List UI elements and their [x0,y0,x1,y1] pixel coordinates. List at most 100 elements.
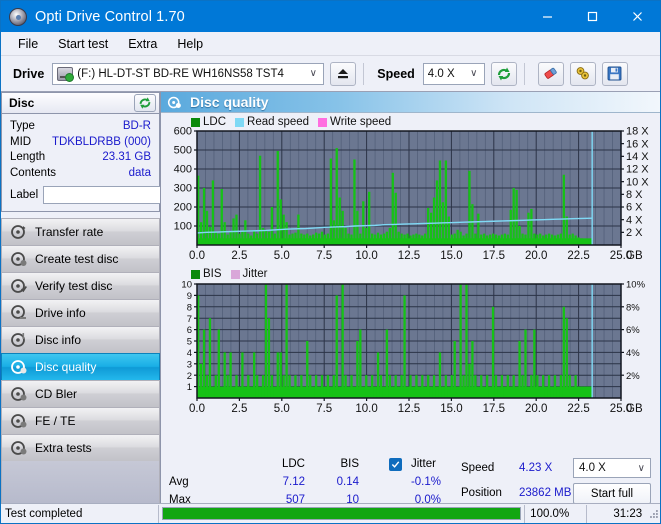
disc-info-row-mid: MID TDKBLDRBB (000) [10,135,151,151]
stats-avg-jitter: -0.1% [373,476,441,488]
close-button[interactable] [615,1,660,32]
menu-extra[interactable]: Extra [119,35,166,53]
svg-text:6: 6 [187,325,192,336]
sidebar-item-cd-bler[interactable]: CD Bler [1,380,160,408]
disc-contents-label: Contents [10,166,56,182]
menu-start-test[interactable]: Start test [49,35,117,53]
eject-button[interactable] [330,62,356,86]
legend-swatch-write-speed [318,118,327,127]
legend-label-jitter: Jitter [243,268,268,280]
application-window: Opti Drive Control 1.70 File Start test … [0,0,661,524]
disc-mid-value: TDKBLDRBB (000) [52,135,151,151]
svg-text:10.0: 10.0 [355,403,377,415]
sidebar-item-drive-info[interactable]: Drive info [1,299,160,327]
stats-avg-ldc: 7.12 [243,476,305,488]
stats-col-bis: BIS [311,458,359,470]
svg-text:2.5: 2.5 [231,403,247,415]
speed-select-value: 4.0 X [428,68,455,80]
tools-button[interactable] [570,62,596,86]
start-full-button[interactable]: Start full [573,483,651,504]
disc-length-label: Length [10,150,45,166]
svg-text:500: 500 [174,145,192,157]
sidebar-item-transfer-rate[interactable]: Transfer rate [1,218,160,246]
legend-swatch-read-speed [235,118,244,127]
svg-text:5.0: 5.0 [274,250,290,262]
disc-info-row-contents: Contents data [10,166,151,182]
svg-text:22.5: 22.5 [567,403,589,415]
svg-text:17.5: 17.5 [483,403,505,415]
svg-text:14 X: 14 X [626,151,649,163]
sidebar-item-label: Verify test disc [35,279,112,293]
stats-col-jitter: Jitter [411,458,436,470]
disc-quality-icon [10,358,28,376]
svg-text:15.0: 15.0 [440,250,462,262]
disc-panel-title: Disc [9,96,34,110]
sidebar-nav: Transfer rate Create test disc Verify te… [1,218,160,461]
main-panel: Disc quality LDC Read speed Write speed … [160,92,661,524]
test-speed-select[interactable]: 4.0 X ∨ [573,458,651,478]
minimize-button[interactable] [525,1,570,32]
legend-swatch-jitter [231,270,240,279]
refresh-disc-button[interactable] [134,94,156,112]
main-body: Disc Type BD-R MID TDKBLDRB [1,92,660,524]
svg-text:18 X: 18 X [626,126,649,138]
panel-title: Disc quality [190,94,269,110]
refresh-button[interactable] [491,62,517,86]
stats-speed-label: Speed [461,462,494,474]
drive-select-value: (F:) HL-DT-ST BD-RE WH16NS58 TST4 [77,68,284,80]
save-button[interactable] [602,62,628,86]
stats-row-avg-label: Avg [169,476,189,488]
maximize-button[interactable] [570,1,615,32]
menu-help[interactable]: Help [168,35,212,53]
svg-text:16 X: 16 X [626,138,649,150]
svg-text:400: 400 [174,164,192,176]
sidebar-item-fe-te[interactable]: FE / TE [1,407,160,435]
chevron-down-icon: ∨ [466,68,482,79]
sidebar-item-extra-tests[interactable]: Extra tests [1,434,160,462]
cd-bler-icon [10,385,28,403]
legend-swatch-bis [191,270,200,279]
drive-select[interactable]: (F:) HL-DT-ST BD-RE WH16NS58 TST4 ∨ [52,63,324,85]
sidebar-item-disc-info[interactable]: Disc info [1,326,160,354]
speed-select[interactable]: 4.0 X ∨ [423,63,485,85]
jitter-checkbox[interactable] [389,458,403,472]
disc-info-row-length: Length 23.31 GB [10,150,151,166]
svg-text:4: 4 [187,348,192,359]
svg-text:17.5: 17.5 [483,250,505,262]
toolbar-divider-2 [524,63,525,85]
resize-grip-icon[interactable] [648,508,660,520]
disc-info-icon [10,331,28,349]
extra-tests-icon [10,439,28,457]
optical-drive-icon [57,67,73,81]
sidebar-item-create-test-disc[interactable]: Create test disc [1,245,160,273]
transfer-rate-icon [10,223,28,241]
title-bar: Opti Drive Control 1.70 [1,1,660,32]
menu-file[interactable]: File [9,35,47,53]
erase-button[interactable] [538,62,564,86]
sidebar-item-label: Drive info [35,306,86,320]
disc-mid-label: MID [10,135,31,151]
sidebar-item-verify-test-disc[interactable]: Verify test disc [1,272,160,300]
svg-text:4 X: 4 X [626,214,643,226]
svg-text:2 X: 2 X [626,227,643,239]
svg-text:22.5: 22.5 [567,250,589,262]
svg-text:200: 200 [174,202,192,214]
svg-text:9: 9 [187,291,192,302]
svg-text:1: 1 [187,382,192,393]
progress-cell [159,505,526,523]
ldc-chart-legend: LDC Read speed Write speed [191,116,397,128]
bis-chart: BIS Jitter 123456789102%4%6%8%10%0.02.55… [161,268,661,425]
window-controls [525,1,660,32]
sidebar-item-disc-quality[interactable]: Disc quality [1,353,160,381]
status-message: Test completed [1,505,159,523]
svg-text:0.0: 0.0 [189,403,205,415]
sidebar: Disc Type BD-R MID TDKBLDRB [1,92,160,524]
svg-text:8: 8 [187,302,192,313]
sidebar-item-label: Transfer rate [35,225,103,239]
stats-col-ldc: LDC [243,458,305,470]
svg-text:20.0: 20.0 [525,403,547,415]
disc-label-label: Label [10,189,38,201]
svg-text:7.5: 7.5 [316,250,332,262]
stats-speed-value: 4.23 X [519,462,552,474]
stats-position-value: 23862 MB [519,487,571,499]
